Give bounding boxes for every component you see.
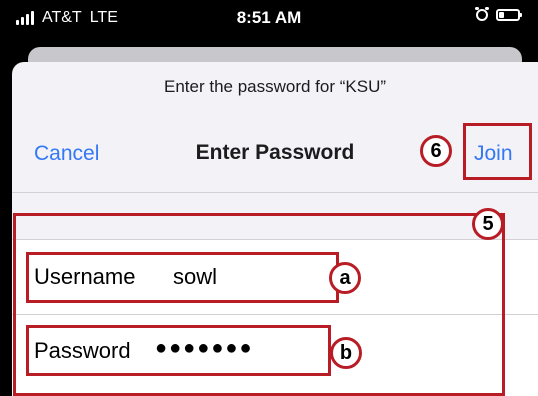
password-prompt: Enter the password for “KSU” <box>163 77 387 96</box>
join-callout-badge: 6 <box>420 135 452 167</box>
status-bar-time: 8:51 AM <box>236 8 302 27</box>
alarm-icon <box>475 7 489 21</box>
page-title: Enter Password <box>195 141 355 164</box>
navigation-bar: Cancel Enter Password Join <box>12 114 538 193</box>
password-callout-box <box>26 325 331 376</box>
status-bar: AT&T LTE 8:51 AM <box>0 0 538 36</box>
status-bar-right <box>475 7 522 21</box>
username-callout-box <box>26 252 339 303</box>
password-callout-badge: b <box>330 337 362 369</box>
username-callout-badge: a <box>329 262 361 294</box>
battery-icon <box>496 9 522 21</box>
fields-group-callout-badge: 5 <box>472 208 504 240</box>
join-callout-box <box>463 123 532 180</box>
